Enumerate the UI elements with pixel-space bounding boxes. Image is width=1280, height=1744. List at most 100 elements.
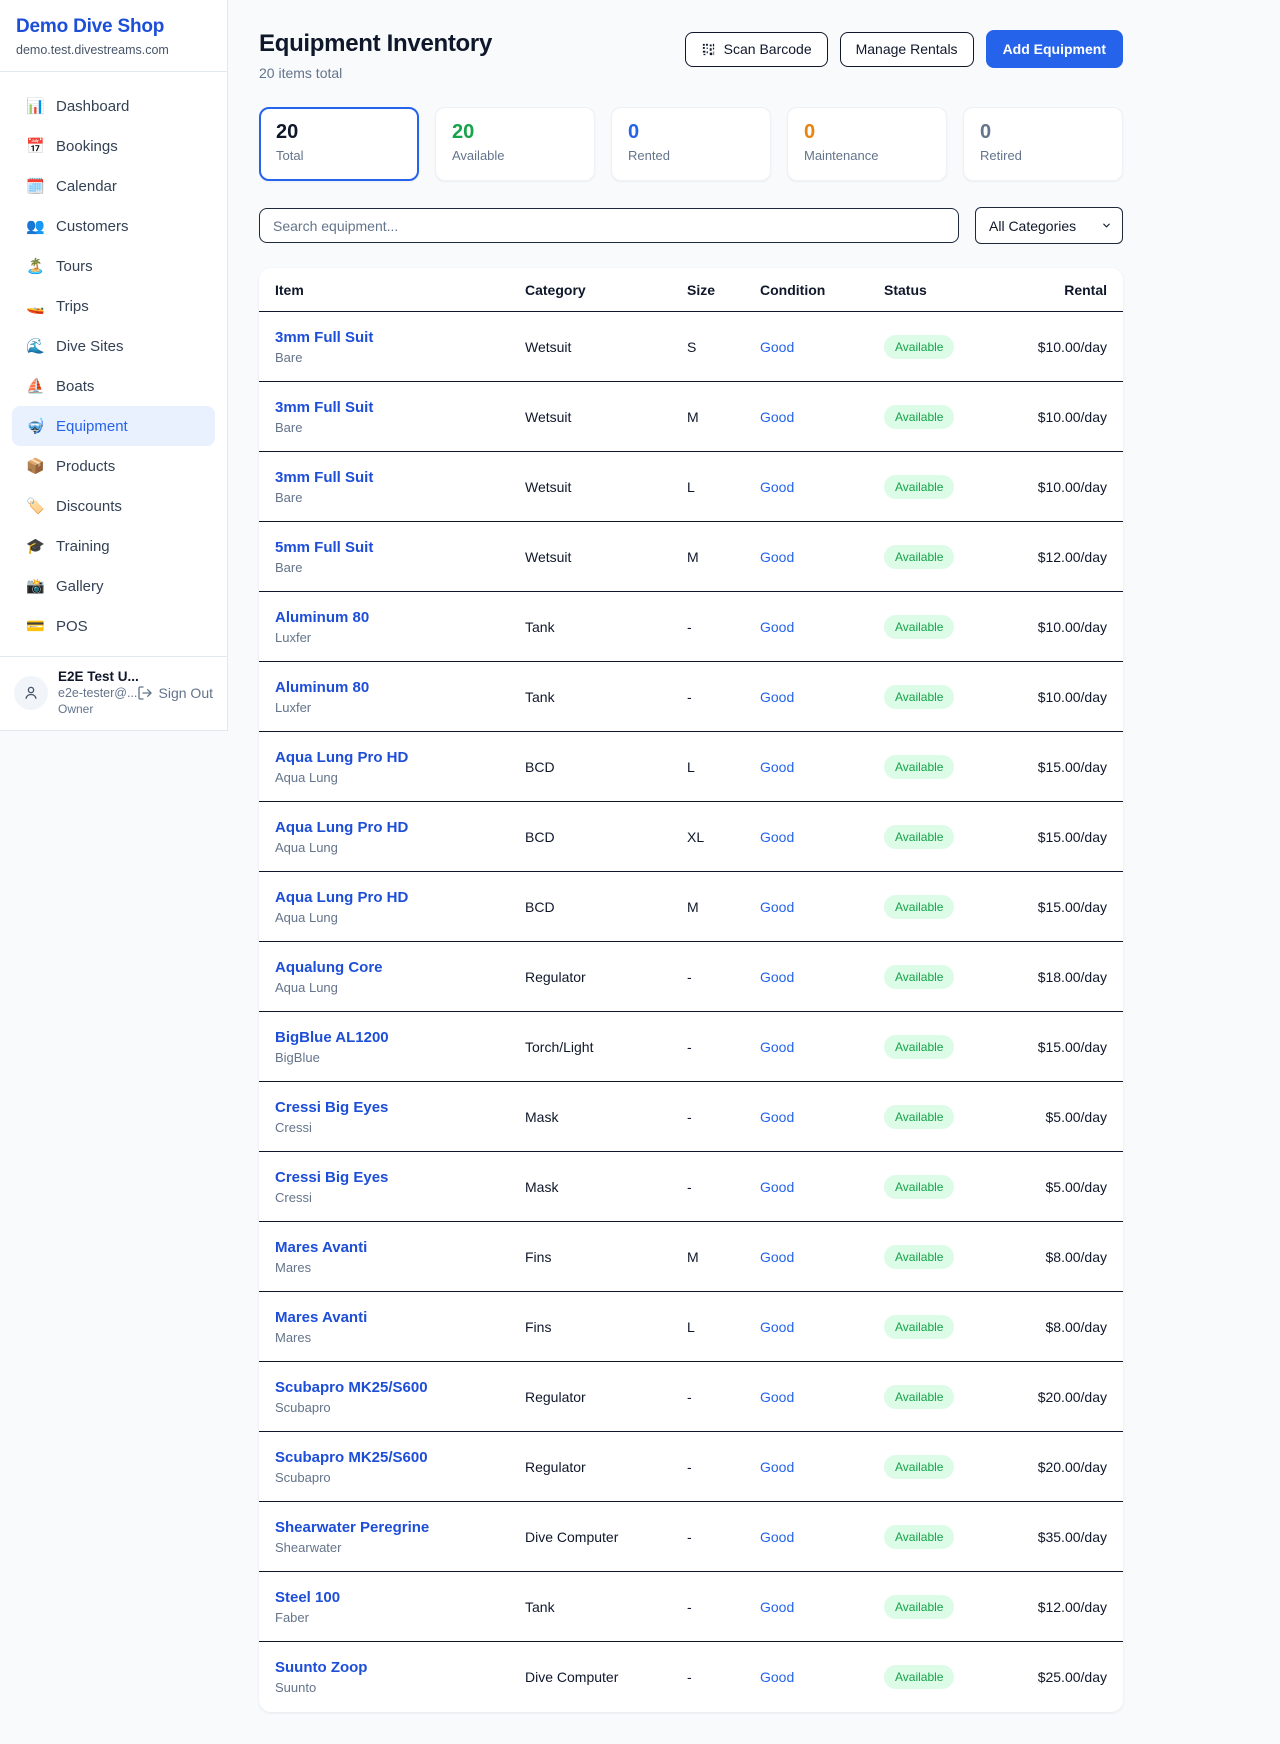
condition-link[interactable]: Good xyxy=(760,1459,794,1475)
condition-link[interactable]: Good xyxy=(760,829,794,845)
nav-icon: 📅 xyxy=(26,137,44,155)
condition-link[interactable]: Good xyxy=(760,899,794,915)
size-cell: - xyxy=(687,1669,760,1685)
item-link[interactable]: Suunto Zoop xyxy=(275,1659,367,1676)
condition-link[interactable]: Good xyxy=(760,1179,794,1195)
category-cell: Tank xyxy=(525,619,687,635)
item-link[interactable]: Aqua Lung Pro HD xyxy=(275,819,408,836)
status-badge: Available xyxy=(884,895,954,919)
item-link[interactable]: Aqua Lung Pro HD xyxy=(275,749,408,766)
condition-link[interactable]: Good xyxy=(760,549,794,565)
sidebar-item-products[interactable]: 📦 Products xyxy=(12,446,215,486)
rental-cell: $20.00/day xyxy=(998,1459,1107,1475)
scan-barcode-button[interactable]: Scan Barcode xyxy=(685,32,828,67)
column-header-size: Size xyxy=(687,282,760,298)
sidebar-item-tours[interactable]: 🏝️ Tours xyxy=(12,246,215,286)
sidebar-item-discounts[interactable]: 🏷️ Discounts xyxy=(12,486,215,526)
item-link[interactable]: Aluminum 80 xyxy=(275,679,369,696)
sidebar-item-equipment[interactable]: 🤿 Equipment xyxy=(12,406,215,446)
item-link[interactable]: Aqualung Core xyxy=(275,959,383,976)
sidebar-item-gallery[interactable]: 📸 Gallery xyxy=(12,566,215,606)
item-link[interactable]: Cressi Big Eyes xyxy=(275,1099,388,1116)
item-link[interactable]: BigBlue AL1200 xyxy=(275,1029,389,1046)
item-link[interactable]: 3mm Full Suit xyxy=(275,469,373,486)
manage-rentals-button[interactable]: Manage Rentals xyxy=(840,32,974,67)
category-select[interactable]: All Categories xyxy=(975,207,1123,244)
condition-link[interactable]: Good xyxy=(760,339,794,355)
add-equipment-button[interactable]: Add Equipment xyxy=(986,30,1123,68)
condition-link[interactable]: Good xyxy=(760,1109,794,1125)
condition-link[interactable]: Good xyxy=(760,1249,794,1265)
status-badge: Available xyxy=(884,965,954,989)
nav-label: Calendar xyxy=(56,178,117,195)
nav-label: POS xyxy=(56,618,88,635)
condition-cell: Good xyxy=(760,829,884,845)
condition-cell: Good xyxy=(760,1039,884,1055)
condition-link[interactable]: Good xyxy=(760,479,794,495)
stat-card[interactable]: 20 Available xyxy=(435,107,595,181)
sidebar-item-pos[interactable]: 💳 POS xyxy=(12,606,215,646)
sidebar-item-bookings[interactable]: 📅 Bookings xyxy=(12,126,215,166)
user-block: E2E Test U... e2e-tester@... Owner Sign … xyxy=(0,656,227,730)
stat-card[interactable]: 20 Total xyxy=(259,107,419,181)
item-link[interactable]: 3mm Full Suit xyxy=(275,399,373,416)
item-link[interactable]: Scubapro MK25/S600 xyxy=(275,1449,428,1466)
size-cell: M xyxy=(687,1249,760,1265)
table-row: Suunto Zoop Suunto Dive Computer - Good … xyxy=(259,1642,1123,1712)
category-cell: Wetsuit xyxy=(525,409,687,425)
size-cell: - xyxy=(687,619,760,635)
stat-label: Rented xyxy=(628,148,754,163)
condition-link[interactable]: Good xyxy=(760,1669,794,1685)
condition-link[interactable]: Good xyxy=(760,619,794,635)
sidebar-item-trips[interactable]: 🚤 Trips xyxy=(12,286,215,326)
condition-cell: Good xyxy=(760,549,884,565)
sidebar-item-customers[interactable]: 👥 Customers xyxy=(12,206,215,246)
sidebar-item-boats[interactable]: ⛵ Boats xyxy=(12,366,215,406)
search-input[interactable] xyxy=(259,208,959,243)
user-name: E2E Test U... xyxy=(58,669,127,684)
sign-out-button[interactable]: Sign Out xyxy=(137,685,213,701)
condition-cell: Good xyxy=(760,689,884,705)
item-link[interactable]: Mares Avanti xyxy=(275,1309,367,1326)
condition-link[interactable]: Good xyxy=(760,1039,794,1055)
item-link[interactable]: Scubapro MK25/S600 xyxy=(275,1379,428,1396)
condition-cell: Good xyxy=(760,1529,884,1545)
condition-link[interactable]: Good xyxy=(760,1529,794,1545)
condition-link[interactable]: Good xyxy=(760,1389,794,1405)
brand-title[interactable]: Demo Dive Shop xyxy=(16,16,211,38)
sidebar-item-dashboard[interactable]: 📊 Dashboard xyxy=(12,86,215,126)
sidebar-item-dive-sites[interactable]: 🌊 Dive Sites xyxy=(12,326,215,366)
nav-icon: 💳 xyxy=(26,617,44,635)
rental-cell: $10.00/day xyxy=(998,339,1107,355)
item-brand: Faber xyxy=(275,1610,525,1625)
condition-link[interactable]: Good xyxy=(760,1599,794,1615)
nav-icon: 🤿 xyxy=(26,417,44,435)
status-cell: Available xyxy=(884,825,998,849)
status-badge: Available xyxy=(884,1035,954,1059)
avatar xyxy=(14,676,48,710)
item-link[interactable]: 3mm Full Suit xyxy=(275,329,373,346)
stat-card[interactable]: 0 Rented xyxy=(611,107,771,181)
condition-link[interactable]: Good xyxy=(760,969,794,985)
stat-card[interactable]: 0 Retired xyxy=(963,107,1123,181)
item-link[interactable]: Aqua Lung Pro HD xyxy=(275,889,408,906)
condition-link[interactable]: Good xyxy=(760,409,794,425)
item-brand: Cressi xyxy=(275,1120,525,1135)
item-cell: 3mm Full Suit Bare xyxy=(275,399,525,435)
condition-link[interactable]: Good xyxy=(760,759,794,775)
stat-label: Maintenance xyxy=(804,148,930,163)
sidebar-item-training[interactable]: 🎓 Training xyxy=(12,526,215,566)
item-link[interactable]: Shearwater Peregrine xyxy=(275,1519,429,1536)
sidebar-item-calendar[interactable]: 🗓️ Calendar xyxy=(12,166,215,206)
item-link[interactable]: Cressi Big Eyes xyxy=(275,1169,388,1186)
status-badge: Available xyxy=(884,1175,954,1199)
condition-link[interactable]: Good xyxy=(760,689,794,705)
item-link[interactable]: Aluminum 80 xyxy=(275,609,369,626)
item-link[interactable]: Mares Avanti xyxy=(275,1239,367,1256)
stat-card[interactable]: 0 Maintenance xyxy=(787,107,947,181)
item-link[interactable]: Steel 100 xyxy=(275,1589,340,1606)
status-cell: Available xyxy=(884,1595,998,1619)
stat-value: 20 xyxy=(452,121,578,144)
condition-link[interactable]: Good xyxy=(760,1319,794,1335)
item-link[interactable]: 5mm Full Suit xyxy=(275,539,373,556)
